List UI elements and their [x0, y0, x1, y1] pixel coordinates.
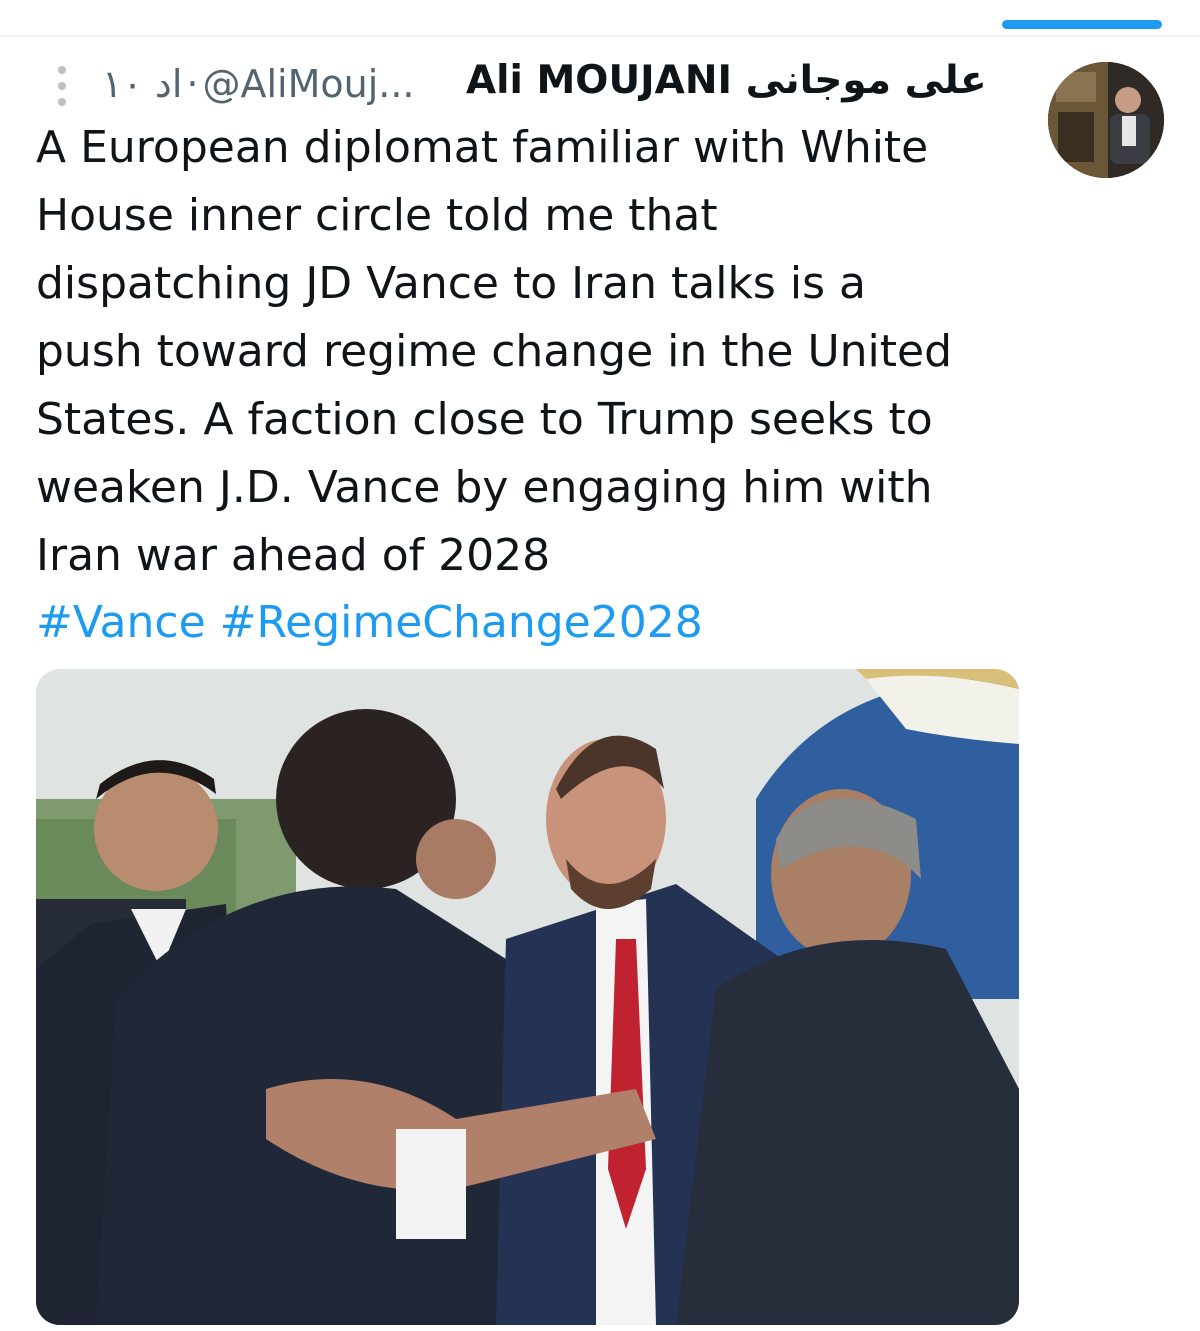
dot [58, 82, 66, 90]
author-handle[interactable]: @AliMouj... [202, 62, 414, 106]
more-options-icon[interactable] [50, 66, 74, 106]
tweet-photo[interactable] [36, 669, 1019, 1325]
dot [58, 98, 66, 106]
tweet-header: ۱۰ اد · @AliMouj... Ali MOUJANI علی موجانی [36, 58, 1026, 114]
header-divider [0, 35, 1200, 37]
tweet-body: A European diplomat familiar with White … [36, 122, 953, 581]
hashtag-line: #Vance #RegimeChange2028 [36, 589, 703, 657]
scroll-indicator-bar [1002, 20, 1162, 29]
author-name[interactable]: Ali MOUJANI علی موجانی [466, 58, 987, 103]
hashtag-regimechange2028[interactable]: #RegimeChange2028 [220, 597, 703, 648]
hashtag-vance[interactable]: #Vance [36, 597, 206, 648]
tweet-meta: ۱۰ اد · @AliMouj... [102, 62, 415, 106]
dot [58, 66, 66, 74]
author-avatar[interactable] [1048, 62, 1164, 178]
meta-separator: · [186, 62, 199, 106]
tweet-time[interactable]: ۱۰ اد [102, 62, 182, 106]
